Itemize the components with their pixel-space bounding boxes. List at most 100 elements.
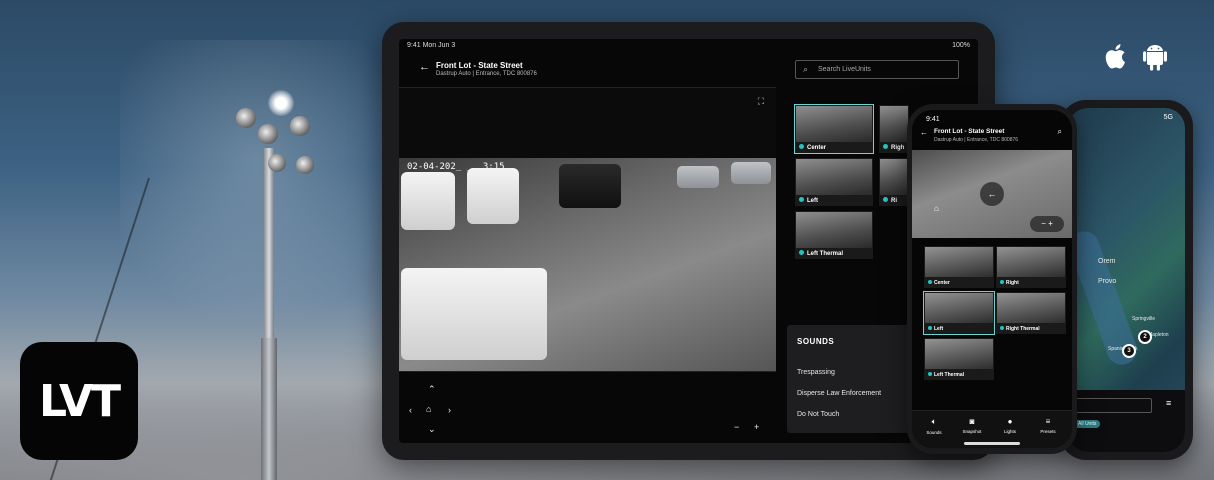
camera-thumb-left[interactable]: Left bbox=[923, 291, 995, 335]
camera-dome bbox=[236, 108, 256, 128]
tab-label: Snapshot bbox=[962, 429, 982, 434]
bulb-icon: ● bbox=[1007, 417, 1013, 426]
zoom-in-icon[interactable]: + bbox=[754, 422, 759, 432]
map-label: Orem bbox=[1098, 258, 1116, 265]
page-subtitle: Dastrup Auto | Entrance, TDC 800876 bbox=[436, 71, 537, 77]
sound-option[interactable]: Do Not Touch bbox=[797, 411, 839, 418]
thumb-image bbox=[796, 159, 872, 195]
map-pin[interactable]: 2 bbox=[1138, 330, 1152, 344]
map-label: Provo bbox=[1098, 278, 1117, 285]
status-network: 5G bbox=[1163, 114, 1173, 121]
home-icon[interactable]: ⌂ bbox=[934, 204, 939, 213]
tab-label: Sounds bbox=[926, 430, 942, 435]
logo-text: LVT bbox=[38, 375, 121, 427]
thumb-label: Right bbox=[1000, 280, 1019, 286]
thumb-image bbox=[997, 293, 1065, 323]
thumb-label: Left Thermal bbox=[799, 250, 843, 257]
thumb-label: Ri bbox=[883, 197, 897, 204]
chevron-right-icon[interactable]: › bbox=[448, 405, 451, 415]
thumb-label: Left bbox=[928, 326, 943, 332]
page-title: Front Lot - State Street bbox=[934, 128, 1005, 135]
map-phone-device: 5G Orem Provo Springville Mapleton Spani… bbox=[1060, 100, 1193, 460]
tab-label: Lights bbox=[1003, 429, 1016, 434]
camera-thumb-right[interactable]: Righ bbox=[879, 105, 909, 153]
back-arrow-icon[interactable]: ← bbox=[920, 128, 928, 137]
sound-option[interactable]: Disperse Law Enforcement bbox=[797, 390, 881, 397]
thumb-image bbox=[997, 247, 1065, 277]
zoom-out-icon[interactable]: − bbox=[734, 422, 739, 432]
list-icon: ≡ bbox=[1045, 417, 1051, 426]
thumb-label: Righ bbox=[883, 144, 904, 151]
sound-option[interactable]: Trespassing bbox=[797, 369, 835, 376]
camera-thumb-left-thermal[interactable]: Left Thermal bbox=[795, 211, 873, 259]
camera-thumb-center[interactable]: Center bbox=[794, 104, 874, 154]
camera-thumb-left[interactable]: Left bbox=[795, 158, 873, 206]
android-icon bbox=[1140, 40, 1170, 72]
map-label: Springville bbox=[1132, 316, 1156, 322]
status-time: 9:41 Mon Jun 3 bbox=[407, 42, 456, 49]
phone-device: 9:41 ← Front Lot - State Street Dastrup … bbox=[907, 104, 1077, 454]
chevron-up-icon[interactable]: ⌃ bbox=[428, 384, 436, 395]
home-icon[interactable]: ⌂ bbox=[426, 404, 431, 414]
tablet-device: 9:41 Mon Jun 3 100% ← Front Lot - State … bbox=[382, 22, 995, 460]
thumb-image bbox=[925, 339, 993, 369]
vehicle bbox=[401, 172, 455, 230]
search-icon[interactable]: ⌕ bbox=[1058, 127, 1062, 137]
menu-icon[interactable]: ≡ bbox=[1166, 398, 1171, 408]
vehicle bbox=[677, 166, 719, 188]
vehicle bbox=[467, 168, 519, 224]
camera-dome bbox=[258, 124, 278, 144]
thumb-image bbox=[925, 247, 993, 277]
thumb-image bbox=[925, 293, 993, 323]
floodlight bbox=[268, 90, 294, 116]
camera-dome bbox=[290, 116, 310, 136]
status-battery: 100% bbox=[952, 42, 970, 49]
camera-thumb-right[interactable]: Right bbox=[996, 246, 1066, 288]
search-input[interactable]: ⌕ Search LiveUnits bbox=[795, 60, 959, 79]
tab-presets[interactable]: ≡ Presets bbox=[1030, 417, 1066, 434]
sounds-heading: SOUNDS bbox=[797, 337, 835, 346]
main-video-panel[interactable]: ⛶ 02-04-202_ _ _3:15 bbox=[399, 87, 776, 372]
tab-snapshot[interactable]: ◙ Snapshot bbox=[954, 417, 990, 434]
camera-thumb-right-thermal[interactable]: Right Thermal bbox=[996, 292, 1066, 334]
camera-thumb-center[interactable]: Center bbox=[924, 246, 994, 288]
tablet-screen: 9:41 Mon Jun 3 100% ← Front Lot - State … bbox=[399, 39, 978, 443]
vehicle bbox=[559, 164, 621, 208]
tower-mast-lower bbox=[261, 338, 277, 480]
camera-icon: ◙ bbox=[969, 417, 975, 426]
fullscreen-icon[interactable]: ⛶ bbox=[758, 96, 764, 107]
map-phone-screen: 5G Orem Provo Springville Mapleton Spani… bbox=[1068, 108, 1185, 452]
map-view[interactable]: 5G Orem Provo Springville Mapleton Spani… bbox=[1068, 108, 1185, 452]
status-time: 9:41 bbox=[926, 116, 940, 123]
light-tower bbox=[49, 88, 328, 480]
map-search-input[interactable] bbox=[1074, 398, 1152, 413]
camera-feed[interactable]: 02-04-202_ _ _3:15 bbox=[399, 158, 776, 372]
camera-feed[interactable]: ← ⌂ − + bbox=[912, 150, 1072, 238]
page-title: Front Lot - State Street bbox=[436, 61, 523, 70]
chevron-left-icon[interactable]: ‹ bbox=[409, 405, 412, 415]
app-logo: LVT bbox=[20, 342, 138, 460]
camera-thumb-right-thermal[interactable]: Ri bbox=[879, 158, 909, 206]
tab-bar: 🔈︎ Sounds ◙ Snapshot ● Lights ≡ Presets bbox=[912, 410, 1072, 448]
tab-lights[interactable]: ● Lights bbox=[992, 417, 1028, 434]
ptz-controls: ⌃ ‹ ⌂ › ⌄ − + bbox=[399, 371, 776, 443]
vehicle bbox=[731, 162, 771, 184]
ptz-left-icon[interactable]: ← bbox=[980, 182, 1004, 206]
map-pin[interactable]: 3 bbox=[1122, 344, 1136, 358]
thumb-label: Right Thermal bbox=[1000, 326, 1040, 332]
thumb-label: Center bbox=[928, 280, 950, 286]
thumb-label: Left bbox=[799, 197, 818, 204]
chevron-down-icon[interactable]: ⌄ bbox=[428, 424, 436, 435]
page-subtitle: Dastrup Auto | Entrance, TDC 800876 bbox=[934, 137, 1019, 143]
back-arrow-icon[interactable]: ← bbox=[419, 61, 430, 73]
camera-dome bbox=[268, 154, 286, 172]
home-indicator bbox=[964, 442, 1020, 445]
apple-icon bbox=[1102, 40, 1132, 72]
thumb-image bbox=[796, 212, 872, 248]
thumb-image bbox=[796, 106, 872, 142]
filter-chip[interactable]: All Units bbox=[1074, 420, 1101, 428]
speaker-icon: 🔈︎ bbox=[931, 417, 937, 426]
tab-sounds[interactable]: 🔈︎ Sounds bbox=[916, 417, 952, 435]
camera-thumb-left-thermal[interactable]: Left Thermal bbox=[924, 338, 994, 380]
zoom-controls[interactable]: − + bbox=[1030, 216, 1064, 232]
